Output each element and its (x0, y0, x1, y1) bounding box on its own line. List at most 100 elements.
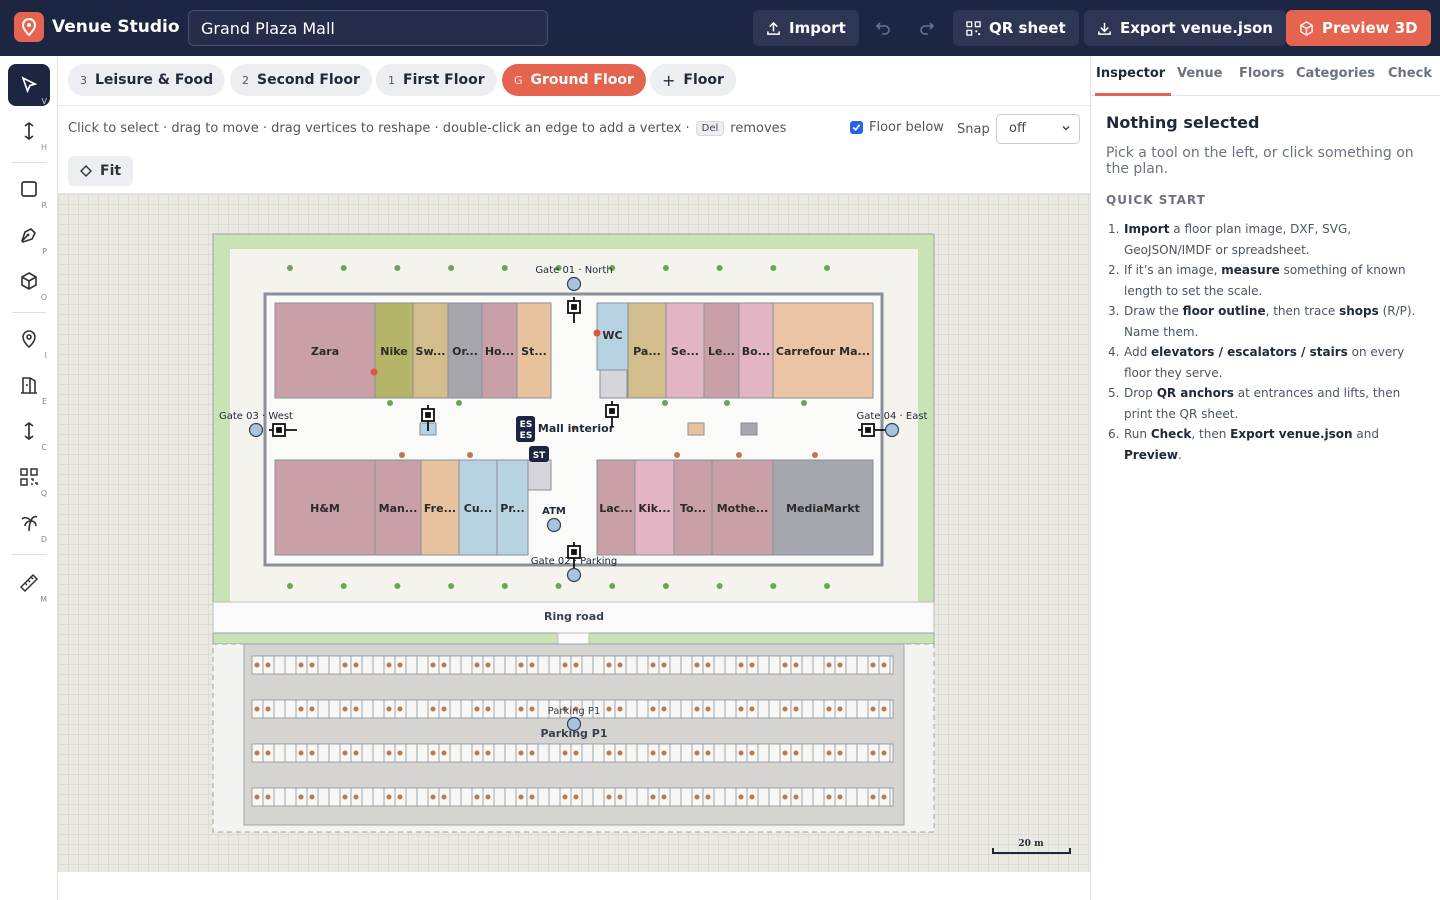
shop-label: Man... (379, 502, 418, 515)
object-tool[interactable]: O (8, 260, 50, 302)
shop-label: Cu... (464, 502, 492, 515)
cube-icon (21, 272, 37, 290)
gate-north-label: Gate 01 · North (535, 265, 612, 276)
parking-spot-marker (518, 706, 524, 712)
tree (287, 265, 293, 271)
snap-select[interactable]: off (996, 114, 1080, 144)
floor-tab-second-floor[interactable]: 2 Second Floor (230, 64, 372, 96)
shop-nike[interactable]: Nike (374, 302, 414, 399)
tab-categories[interactable]: Categories (1296, 66, 1375, 81)
gate-west-anchor[interactable] (248, 422, 264, 438)
add-floor-button[interactable]: + Floor (650, 64, 736, 96)
gate-south-anchor[interactable] (566, 567, 582, 583)
qr-anchor-tool[interactable]: Q (8, 456, 50, 498)
tab-venue[interactable]: Venue (1177, 66, 1223, 81)
parking-spot-marker (518, 662, 524, 668)
shop-lac-[interactable]: Lac... (596, 459, 636, 556)
shop-label: Zara (311, 345, 339, 358)
palm-icon (21, 515, 38, 532)
floor-level: 2 (242, 73, 249, 87)
preview-3d-button[interactable]: Preview 3D (1286, 10, 1431, 46)
escalator-connector[interactable]: ES ES (516, 416, 535, 442)
tree (501, 265, 508, 271)
tree (340, 583, 347, 589)
shop-pr-[interactable]: Pr... (496, 459, 529, 556)
shop-man-[interactable]: Man... (374, 459, 422, 556)
parking-spot-marker (738, 706, 744, 712)
inspector-panel: Inspector Venue Floors Categories Check … (1090, 56, 1440, 900)
tool-key: O (40, 293, 47, 302)
shop-se-[interactable]: Se... (665, 302, 705, 399)
shop-wc[interactable]: WC (596, 302, 629, 371)
floor-tab-first-floor[interactable]: 1 First Floor (376, 64, 497, 96)
shop-le-[interactable]: Le... (703, 302, 740, 399)
shop-mothe-[interactable]: Mothe... (711, 459, 774, 556)
shop-zara[interactable]: Zara (274, 302, 376, 399)
qr-sheet-button[interactable]: QR sheet (953, 10, 1079, 46)
tool-key: I (44, 351, 47, 360)
pen-tool[interactable]: P (8, 214, 50, 256)
parking-spot-marker (870, 750, 876, 756)
poi-tool[interactable]: I (8, 318, 50, 360)
quick-start-step: 5. Drop QR anchors at entrances and lifts… (1108, 386, 1401, 421)
gate-east-anchor[interactable] (884, 422, 900, 438)
tree (287, 583, 293, 589)
tab-check[interactable]: Check (1388, 66, 1432, 81)
tree (340, 265, 347, 271)
shop-st-[interactable]: St... (516, 302, 552, 399)
shop-sw-[interactable]: Sw... (412, 302, 449, 399)
parking-spot-marker (298, 794, 304, 800)
height-tool[interactable]: H (8, 110, 50, 152)
shop-or-[interactable]: Or... (447, 302, 483, 399)
floor-tab-leisure-food[interactable]: 3 Leisure & Food (68, 64, 226, 96)
parking-spot-marker (386, 750, 392, 756)
plan-canvas[interactable]: Ring road Parking P1 Parking P1 Zara Nike… (58, 194, 1090, 872)
tab-floors[interactable]: Floors (1239, 66, 1284, 81)
floor-tab-ground-floor[interactable]: G Ground Floor (502, 64, 646, 96)
parking-spot-marker (738, 662, 744, 668)
app-logo-icon (14, 12, 44, 42)
connector-icon (24, 421, 34, 441)
shop-label: Kik... (638, 502, 670, 515)
usage-hint: Click to select · drag to move · drag ve… (68, 121, 786, 136)
shop-bo-[interactable]: Bo... (738, 302, 774, 399)
shop-ho-[interactable]: Ho... (481, 302, 518, 399)
shop-mediamarkt[interactable]: MediaMarkt (772, 459, 874, 556)
redo-button[interactable] (913, 14, 941, 42)
decor-tool[interactable]: D (8, 502, 50, 544)
gate-north-anchor[interactable] (566, 276, 582, 292)
export-label: Export venue.json (1120, 19, 1273, 37)
parking-spot-marker (738, 750, 744, 756)
rectangle-tool[interactable]: R (8, 168, 50, 210)
parking-spot-marker (562, 750, 568, 756)
tab-inspector[interactable]: Inspector (1096, 66, 1165, 81)
atm-marker[interactable] (546, 517, 562, 533)
shop-fre-[interactable]: Fre... (420, 459, 460, 556)
shop-pa-[interactable]: Pa... (627, 302, 667, 399)
checkbox-checked-icon[interactable] (850, 121, 863, 134)
shop-to-[interactable]: To... (673, 459, 713, 556)
parking-spot-marker (826, 794, 832, 800)
fit-button[interactable]: Fit (68, 156, 134, 186)
shop-kik-[interactable]: Kik... (634, 459, 675, 556)
import-button[interactable]: Import (753, 10, 859, 46)
export-button[interactable]: Export venue.json (1084, 10, 1286, 46)
shop-cu-[interactable]: Cu... (458, 459, 498, 556)
parking-spot-marker (430, 662, 436, 668)
undo-button[interactable] (869, 14, 897, 42)
floor-below-label: Floor below (869, 120, 944, 135)
elevator-tool[interactable]: E (8, 364, 50, 406)
shop-h-m[interactable]: H&M (274, 459, 376, 556)
quick-start-steps: 1. Import a floor plan image, DXF, SVG, G… (1106, 219, 1431, 465)
shop-carrefour-ma-[interactable]: Carrefour Ma... (772, 302, 874, 399)
connector-tool[interactable]: C (8, 410, 50, 452)
parking-spot-marker (826, 706, 832, 712)
stairs-connector[interactable]: ST (529, 446, 549, 462)
measure-tool[interactable]: M (8, 562, 50, 604)
floor-below-toggle[interactable]: Floor below (850, 120, 944, 135)
tool-palette: V H R P O I E C Q D M (0, 56, 58, 900)
parking-spot-marker (870, 706, 876, 712)
venue-name-input[interactable] (188, 10, 548, 46)
select-tool[interactable]: V (8, 64, 50, 106)
quick-start-step: 1. Import a floor plan image, DXF, SVG, G… (1108, 222, 1352, 257)
